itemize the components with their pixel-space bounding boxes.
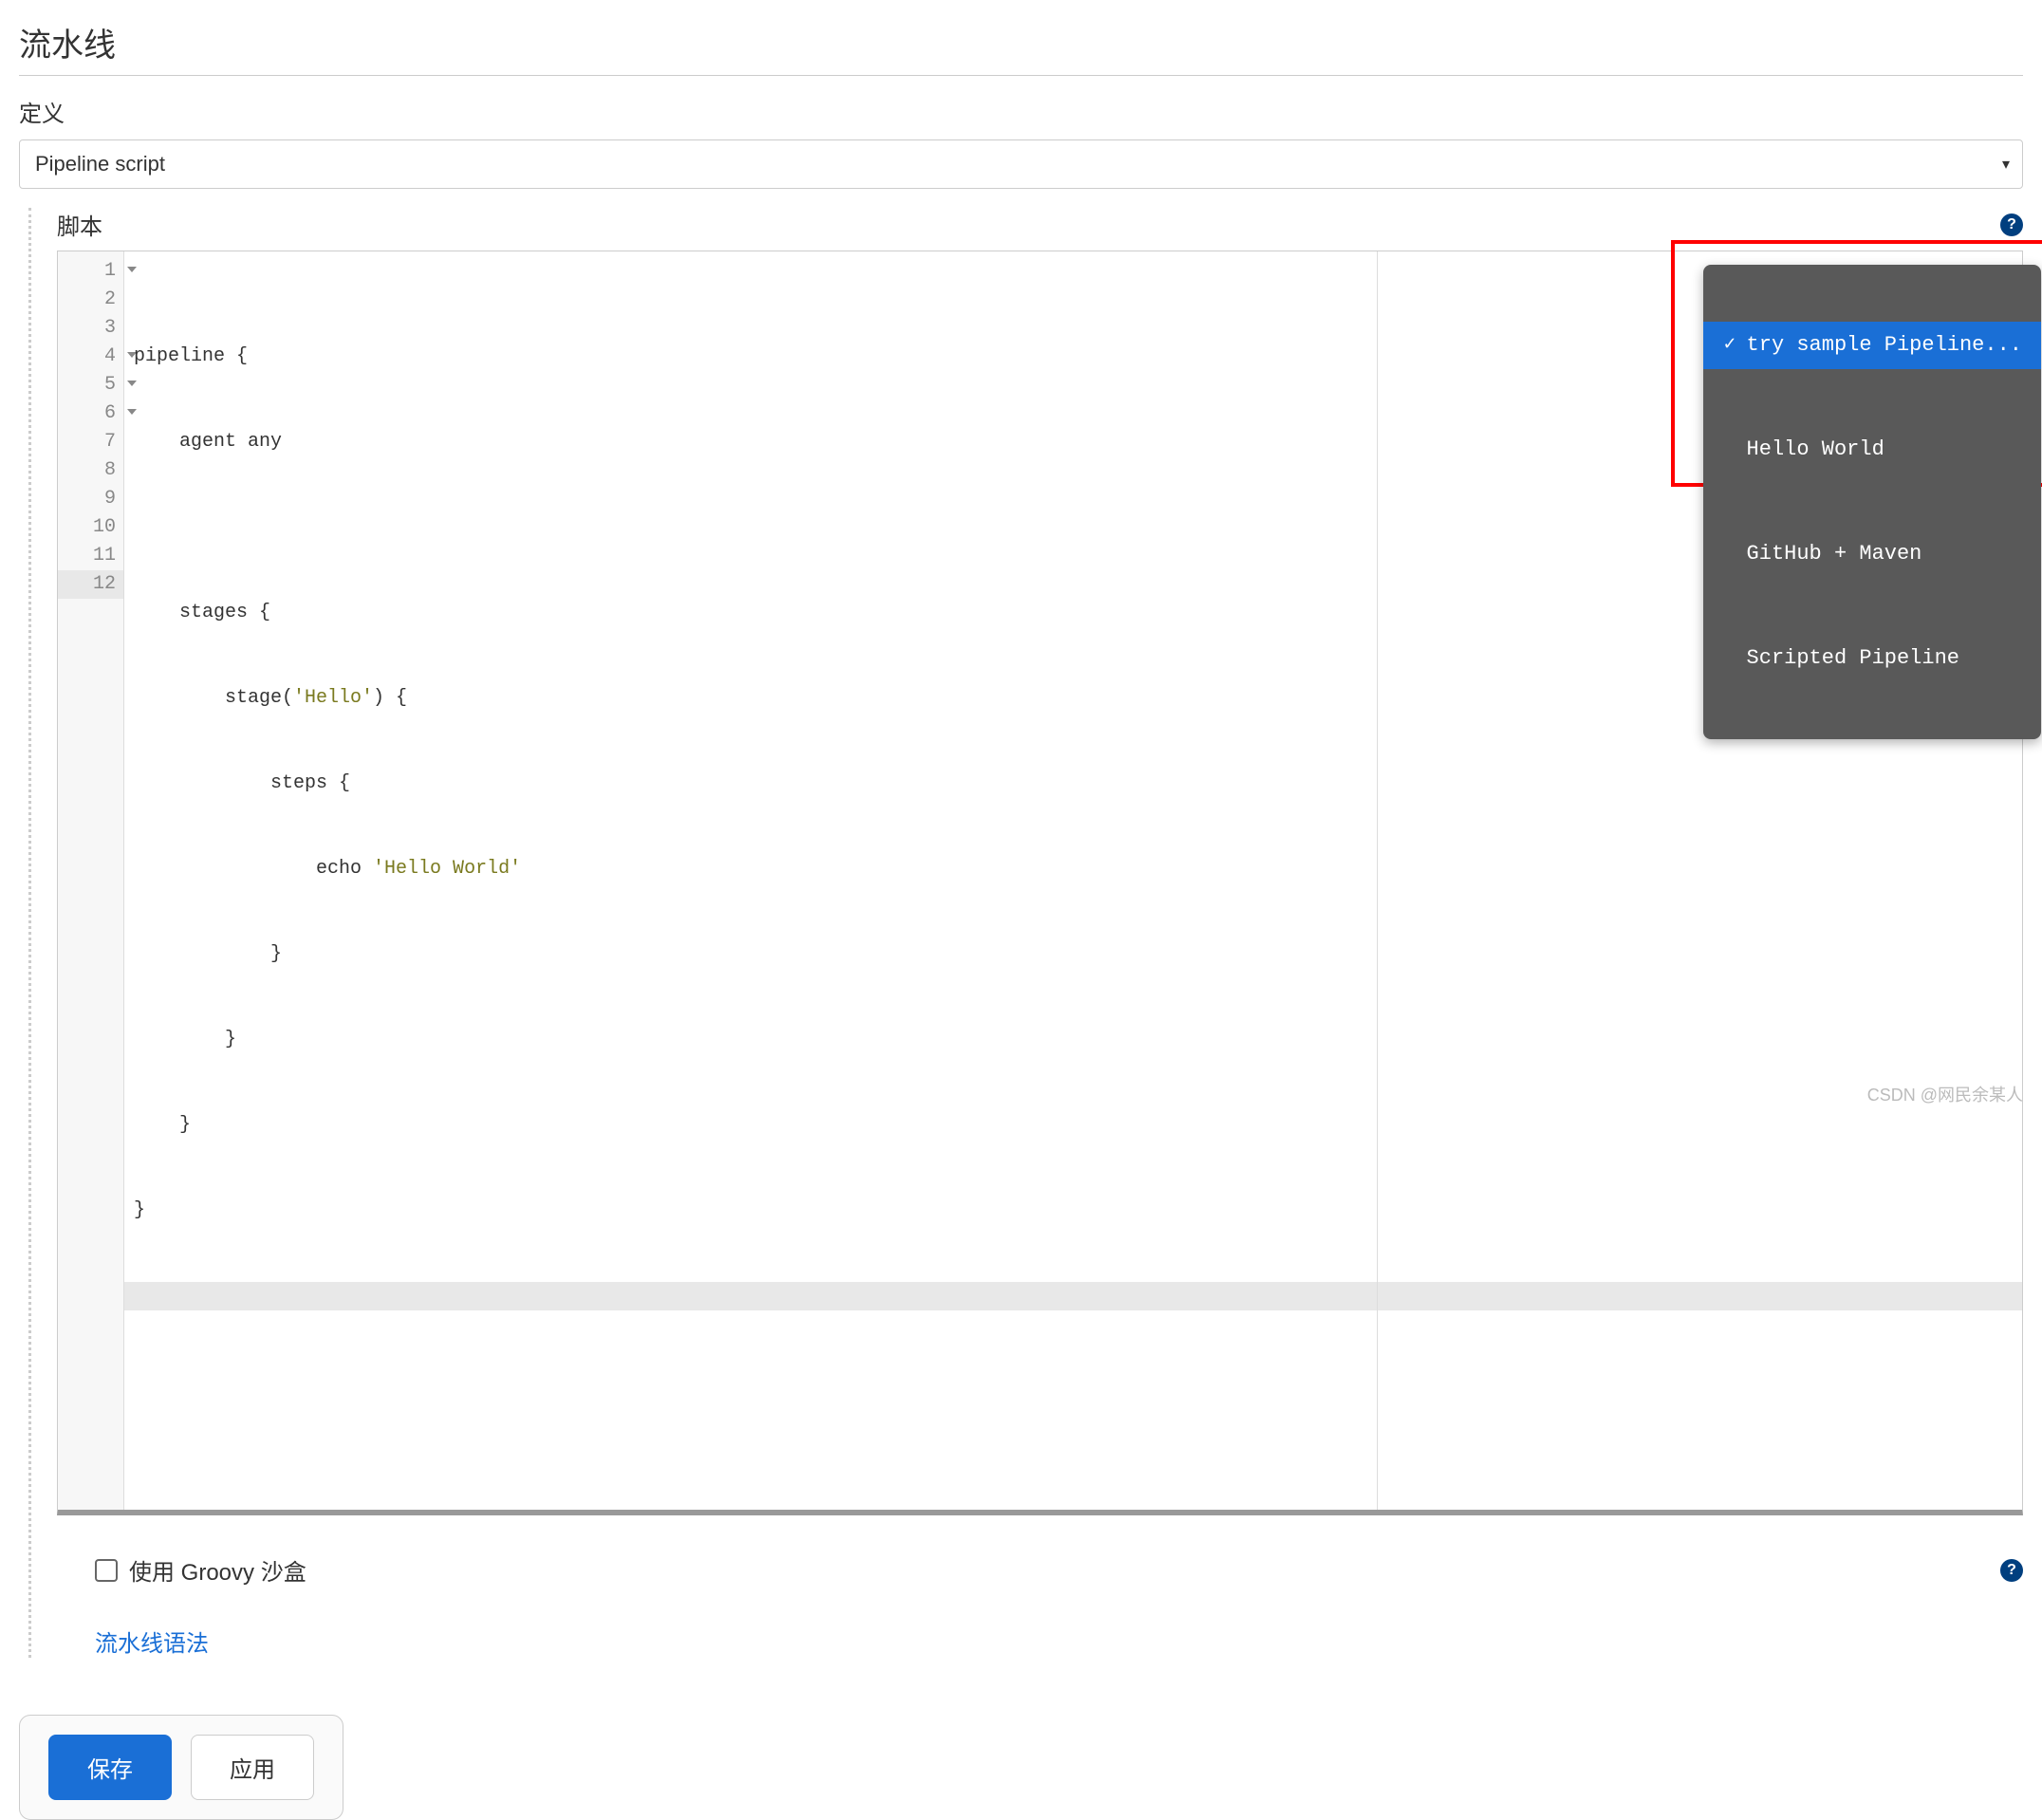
code-line: echo 'Hello World'	[134, 855, 2022, 883]
pipeline-section: 流水线 定义 Pipeline script ▾ 脚本 ? 1 2 3 4 5 …	[19, 0, 2023, 1820]
sandbox-label: 使用 Groovy 沙盒	[129, 1553, 306, 1587]
code-editor[interactable]: 1 2 3 4 5 6 7 8 9 10 11 12 pipeline { ag…	[57, 251, 2023, 1515]
code-line: }	[134, 1026, 2022, 1054]
code-area[interactable]: pipeline { agent any stages { stage('Hel…	[124, 251, 2022, 1510]
script-section: 脚本 ? 1 2 3 4 5 6 7 8 9 10 11 12 pipeline…	[19, 208, 2023, 1658]
section-title: 流水线	[19, 0, 2023, 76]
dropdown-item-label: Scripted Pipeline	[1747, 644, 1959, 673]
line-number: 10	[58, 513, 123, 542]
definition-select-wrapper: Pipeline script ▾	[19, 139, 2023, 189]
sandbox-checkbox[interactable]	[95, 1559, 118, 1582]
line-number: 4	[58, 343, 123, 371]
dropdown-item-try-sample[interactable]: ✓ try sample Pipeline...	[1703, 322, 2041, 369]
sandbox-checkbox-group: 使用 Groovy 沙盒	[95, 1553, 306, 1587]
line-number: 7	[58, 428, 123, 456]
line-number: 3	[58, 314, 123, 343]
line-number: 8	[58, 456, 123, 485]
editor-divider[interactable]	[1377, 251, 1378, 1510]
line-number: 5	[58, 371, 123, 399]
dropdown-item-label: GitHub + Maven	[1747, 540, 1922, 568]
line-number: 11	[58, 542, 123, 570]
dropdown-item-scripted[interactable]: ✓ Scripted Pipeline	[1703, 635, 2041, 682]
indent-guide	[28, 208, 31, 1658]
help-icon[interactable]: ?	[2000, 1559, 2023, 1582]
line-number: 12	[58, 570, 123, 599]
line-number: 1	[58, 257, 123, 286]
line-number: 2	[58, 286, 123, 314]
script-label: 脚本	[57, 208, 102, 241]
code-line: }	[134, 1111, 2022, 1140]
code-line: }	[134, 940, 2022, 969]
watermark: CSDN @网民余某人	[1867, 1082, 2023, 1106]
sandbox-row: 使用 Groovy 沙盒 ?	[57, 1553, 2023, 1587]
definition-label: 定义	[19, 95, 2023, 128]
help-icon[interactable]: ?	[2000, 214, 2023, 236]
code-line	[124, 1282, 2022, 1310]
editor-gutter: 1 2 3 4 5 6 7 8 9 10 11 12	[58, 251, 124, 1510]
code-line: }	[134, 1197, 2022, 1225]
sample-pipeline-dropdown: ✓ try sample Pipeline... ✓ Hello World ✓…	[1703, 265, 2041, 739]
line-number: 9	[58, 485, 123, 513]
dropdown-item-label: try sample Pipeline...	[1747, 331, 2022, 360]
script-header: 脚本 ?	[57, 208, 2023, 241]
line-number: 6	[58, 399, 123, 428]
button-bar: 保存 应用	[19, 1715, 343, 1820]
dropdown-item-hello-world[interactable]: ✓ Hello World	[1703, 426, 2041, 474]
code-line: steps {	[134, 770, 2022, 798]
apply-button[interactable]: 应用	[191, 1735, 314, 1800]
save-button[interactable]: 保存	[48, 1735, 172, 1800]
dropdown-item-label: Hello World	[1747, 436, 1884, 464]
pipeline-syntax-link[interactable]: 流水线语法	[57, 1625, 2023, 1658]
check-icon: ✓	[1722, 331, 1736, 360]
dropdown-item-github-maven[interactable]: ✓ GitHub + Maven	[1703, 530, 2041, 578]
definition-select[interactable]: Pipeline script	[19, 139, 2023, 189]
